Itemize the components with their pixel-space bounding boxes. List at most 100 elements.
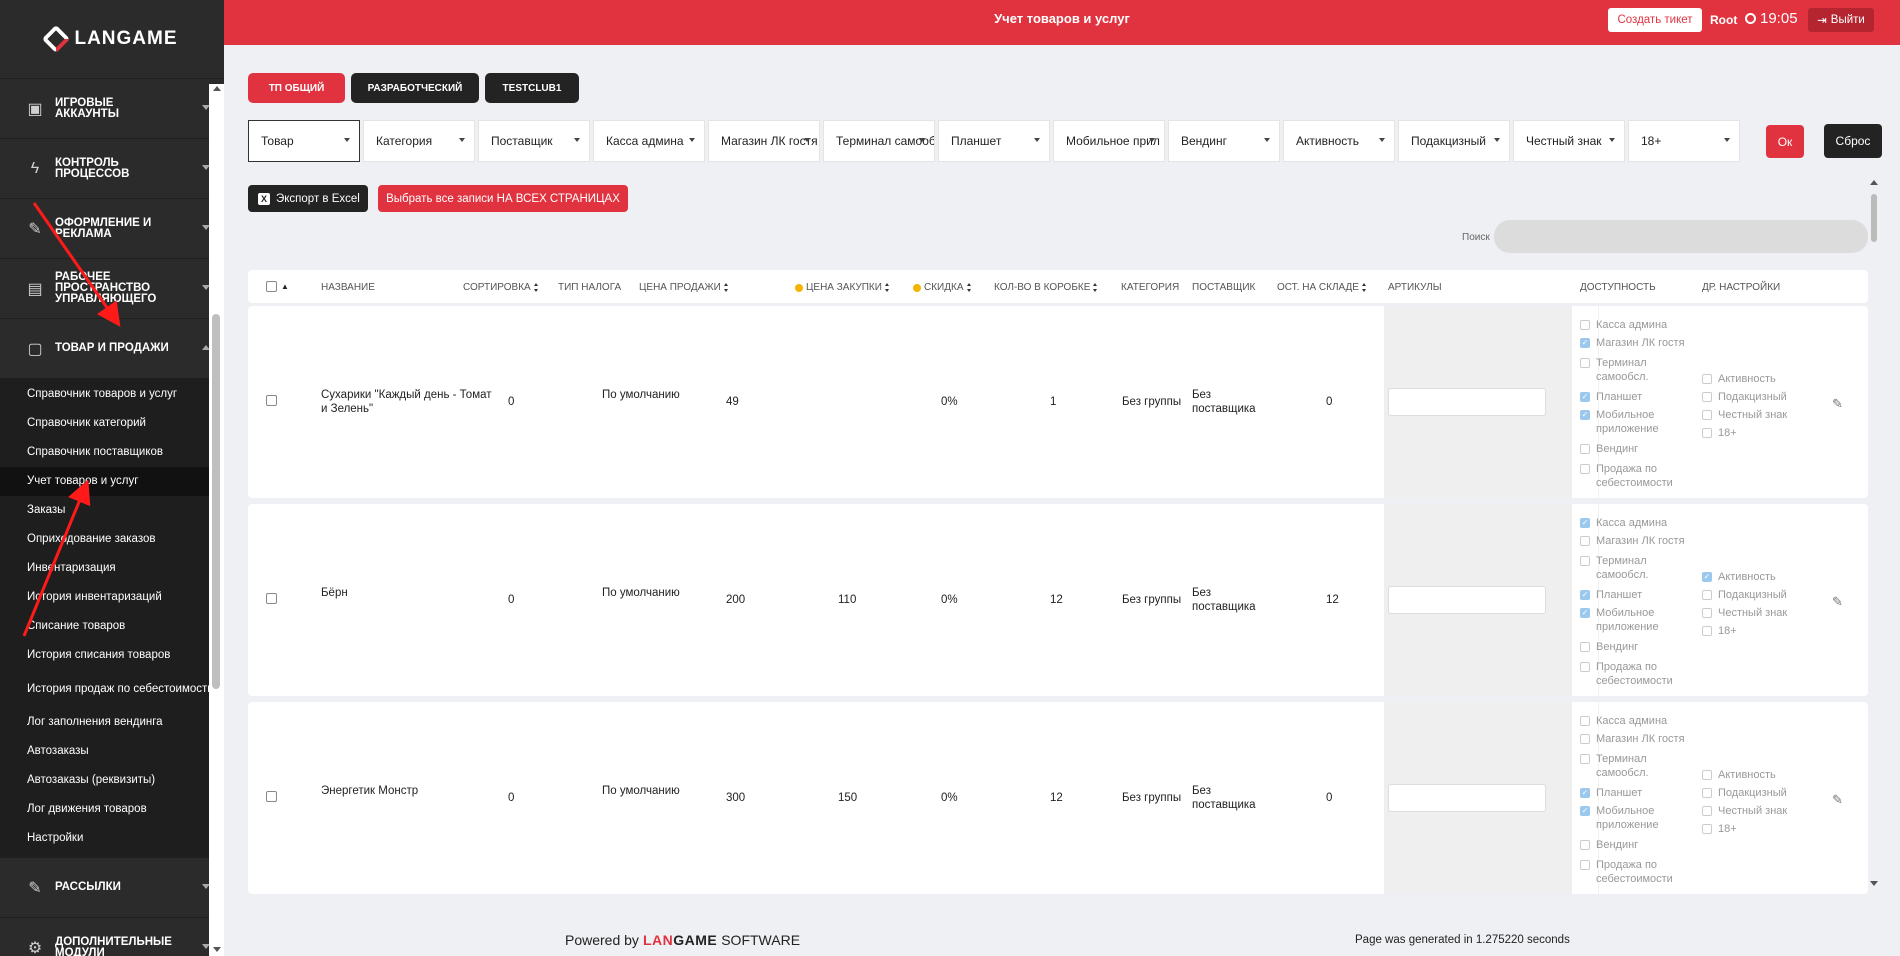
sidebar-item[interactable]: Справочник категорий [0,409,224,438]
tab-developer[interactable]: РАЗРАБОТЧЕСКИЙ [351,73,479,103]
other-setting-option[interactable]: Подакцизный [1702,786,1812,800]
checkbox[interactable]: ✓ [1580,608,1590,618]
checkbox[interactable]: ✓ [1702,572,1712,582]
sidebar-item[interactable]: Заказы [0,496,224,525]
sidebar-section-processes[interactable]: ϟ Контроль процессов [0,138,224,198]
edit-icon[interactable]: ✎ [1832,396,1846,411]
sidebar-scrollbar[interactable] [209,84,224,956]
checkbox[interactable] [1580,860,1590,870]
sidebar-item[interactable]: Оприходование заказов [0,525,224,554]
availability-option[interactable]: ✓ Касса админа [1580,516,1690,530]
filter-guest-shop[interactable]: Магазин ЛК гостя [708,120,820,162]
edit-icon[interactable]: ✎ [1832,594,1846,609]
checkbox[interactable] [1702,770,1712,780]
checkbox[interactable] [1580,556,1590,566]
availability-option[interactable]: ✓ Планшет [1580,588,1690,602]
checkbox[interactable] [1580,754,1590,764]
sidebar-section-mailing[interactable]: ✎ Рассылки [0,857,224,917]
other-setting-option[interactable]: Подакцизный [1702,390,1812,404]
checkbox[interactable] [1702,392,1712,402]
filter-mobile[interactable]: Мобильное прил [1053,120,1165,162]
article-input[interactable] [1388,586,1546,614]
sidebar-item[interactable]: Автозаказы (реквизиты) [0,766,224,795]
availability-option[interactable]: Вендинг [1580,442,1690,456]
col-box[interactable]: Кол-во в коробке [994,282,1098,293]
article-input[interactable] [1388,388,1546,416]
checkbox[interactable] [1702,428,1712,438]
availability-option[interactable]: Терминал самообсл. [1580,752,1690,780]
checkbox[interactable] [1702,824,1712,834]
checkbox[interactable] [1702,788,1712,798]
checkbox[interactable] [1580,662,1590,672]
checkbox[interactable] [1580,464,1590,474]
sidebar-item[interactable]: Лог заполнения вендинга [0,708,224,737]
checkbox[interactable] [1702,410,1712,420]
sidebar-section-modules[interactable]: ⚙ Дополнительные модули [0,917,224,956]
ok-button[interactable]: Ок [1766,125,1804,158]
export-excel-button[interactable]: X Экспорт в Excel [248,185,368,212]
other-setting-option[interactable]: 18+ [1702,822,1812,836]
other-setting-option[interactable]: Активность [1702,372,1812,386]
checkbox[interactable] [1580,642,1590,652]
checkbox[interactable] [1702,590,1712,600]
sidebar-item[interactable]: Инвентаризация [0,554,224,583]
logo[interactable]: LANGAME [0,0,224,78]
sidebar-item[interactable]: История инвентаризаций [0,583,224,612]
checkbox[interactable]: ✓ [1580,392,1590,402]
other-setting-option[interactable]: Честный знак [1702,804,1812,818]
checkbox[interactable] [1580,716,1590,726]
availability-option[interactable]: Магазин ЛК гостя [1580,732,1690,746]
filter-vending[interactable]: Вендинг [1168,120,1280,162]
other-setting-option[interactable]: Подакцизный [1702,588,1812,602]
checkbox[interactable]: ✓ [1580,788,1590,798]
filter-18plus[interactable]: 18+ [1628,120,1740,162]
scroll-down-icon[interactable] [213,947,221,952]
sidebar-item[interactable]: История списания товаров [0,641,224,670]
filter-honest-sign[interactable]: Честный знак [1513,120,1625,162]
scroll-down-icon[interactable] [1870,881,1878,886]
availability-option[interactable]: Магазин ЛК гостя [1580,534,1690,548]
availability-option[interactable]: ✓ Планшет [1580,786,1690,800]
availability-option[interactable]: ✓ Мобильное приложение [1580,804,1690,832]
availability-option[interactable]: Вендинг [1580,838,1690,852]
reset-button[interactable]: Сброс [1824,124,1882,158]
sidebar-item[interactable]: Настройки [0,824,224,853]
filter-terminal[interactable]: Терминал самооб [823,120,935,162]
checkbox[interactable]: ✓ [1580,338,1590,348]
availability-option[interactable]: Терминал самообсл. [1580,356,1690,384]
checkbox[interactable] [1580,840,1590,850]
checkbox[interactable]: ✓ [1580,590,1590,600]
checkbox[interactable]: ✓ [1580,410,1590,420]
filter-product[interactable]: Товар [248,120,360,162]
tab-testclub1[interactable]: TESTCLUB1 [485,73,579,103]
filter-category[interactable]: Категория [363,120,475,162]
sidebar-section-goods[interactable]: ▢ Товар и продажи [0,318,224,378]
search-input[interactable] [1494,220,1868,253]
availability-option[interactable]: Продажа по себестоимости [1580,462,1690,490]
sidebar-section-design[interactable]: ✎ Оформление и реклама [0,198,224,258]
article-input[interactable] [1388,784,1546,812]
tab-general[interactable]: ТП ОБЩИЙ [248,73,345,103]
other-setting-option[interactable]: Активность [1702,768,1812,782]
scroll-thumb[interactable] [212,314,220,689]
sidebar-item-active[interactable]: Учет товаров и услуг [0,467,224,496]
filter-admin-cash[interactable]: Касса админа [593,120,705,162]
col-price[interactable]: Цена продажи [639,282,729,293]
availability-option[interactable]: Вендинг [1580,640,1690,654]
sidebar-item[interactable]: Справочник товаров и услуг [0,380,224,409]
checkbox[interactable] [1702,374,1712,384]
checkbox[interactable]: ✓ [1580,518,1590,528]
user-name[interactable]: Root [1710,13,1737,27]
select-all-checkbox[interactable] [266,281,277,292]
checkbox[interactable] [1580,734,1590,744]
sidebar-section-workspace[interactable]: ▤ Рабочее пространство управляющего [0,258,224,318]
sidebar-section-accounts[interactable]: ▣ Игровые аккаунты [0,78,224,138]
sidebar-item[interactable]: Списание товаров [0,612,224,641]
select-all-pages-button[interactable]: Выбрать все записи НА ВСЕХ СТРАНИЦАХ [378,185,628,212]
sidebar-item[interactable]: Лог движения товаров [0,795,224,824]
other-setting-option[interactable]: Честный знак [1702,606,1812,620]
row-checkbox[interactable] [266,791,277,802]
sidebar-item[interactable]: История продаж по себестоимости [0,670,224,708]
row-checkbox[interactable] [266,395,277,406]
availability-option[interactable]: Продажа по себестоимости [1580,858,1690,886]
